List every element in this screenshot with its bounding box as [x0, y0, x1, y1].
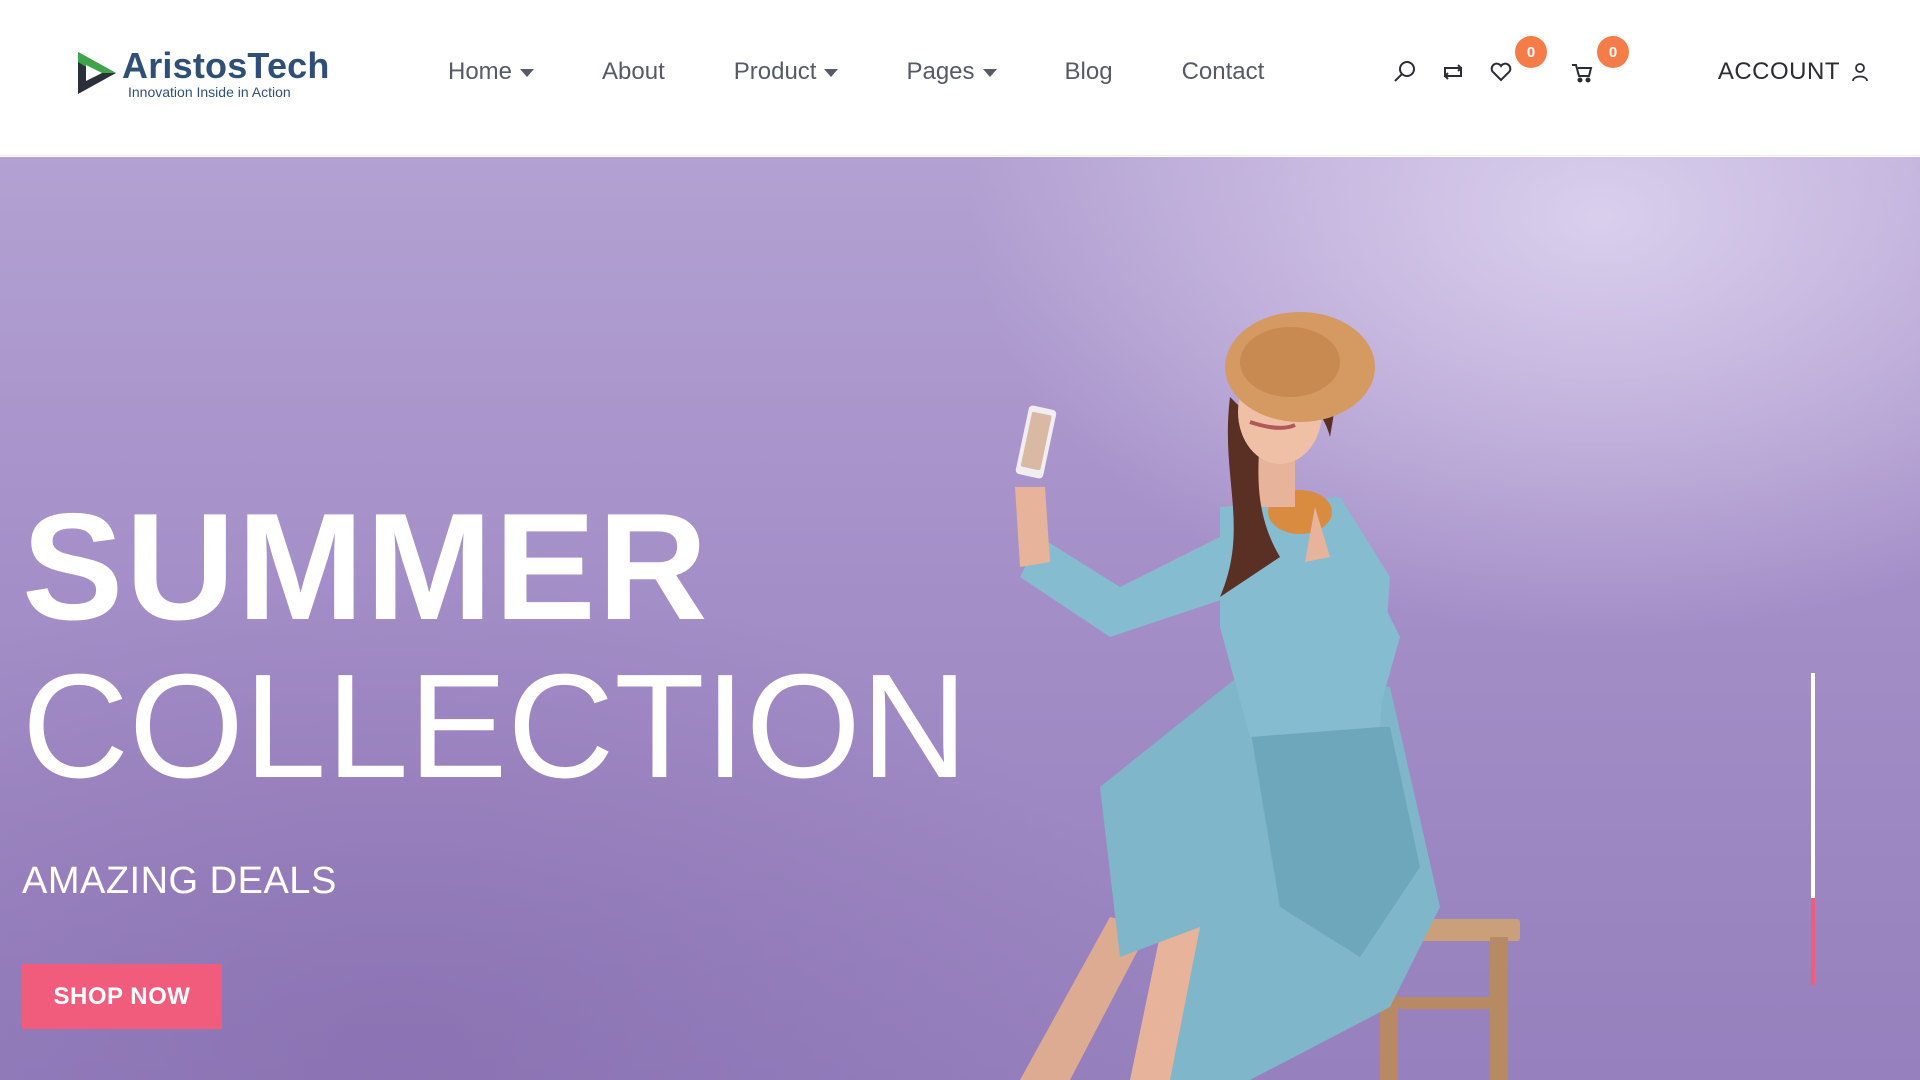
caret-down-icon [824, 69, 839, 77]
nav-item-label: Pages [906, 58, 975, 85]
search-button[interactable] [1388, 55, 1422, 89]
slider-progress-indicator[interactable] [1811, 673, 1815, 985]
nav-item-about[interactable]: About [602, 54, 665, 90]
wishlist-button[interactable] [1484, 55, 1518, 89]
main-nav: Home About Product Pages Blog Contact [448, 54, 1264, 90]
wishlist-count-badge: 0 [1515, 36, 1547, 68]
user-icon [1852, 63, 1868, 82]
nav-item-home[interactable]: Home [448, 54, 535, 90]
cart-count-badge: 0 [1597, 36, 1629, 68]
site-header: AristosTech Innovation Inside in Action … [0, 0, 1920, 156]
nav-item-label: Contact [1181, 58, 1265, 85]
hero-banner: SUMMER COLLECTION AMAZING DEALS SHOP NOW [0, 157, 1920, 1080]
brand-name: AristosTech [122, 45, 330, 86]
account-button[interactable]: ACCOUNT [1718, 54, 1870, 90]
nav-item-contact[interactable]: Contact [1182, 54, 1265, 90]
caret-down-icon [982, 69, 997, 77]
slider-progress-fill [1811, 897, 1815, 985]
caret-down-icon [520, 69, 535, 77]
nav-item-label: Product [733, 58, 817, 85]
hero-title-secondary: COLLECTION [22, 644, 968, 809]
cart-icon [1572, 64, 1593, 83]
model-photo-illustration [1015, 312, 1520, 1080]
nav-item-label: Home [448, 58, 513, 85]
hero-subtitle: AMAZING DEALS [22, 860, 337, 902]
account-label: ACCOUNT [1717, 58, 1840, 85]
hero-title: SUMMER [22, 482, 710, 652]
nav-item-pages[interactable]: Pages [906, 54, 997, 90]
compare-icon [1443, 64, 1463, 80]
brand-tagline: Innovation Inside in Action [128, 84, 291, 100]
nav-item-label: Blog [1064, 58, 1113, 85]
cart-button[interactable] [1565, 55, 1599, 89]
nav-item-label: About [602, 58, 665, 85]
shop-now-button[interactable]: SHOP NOW [22, 964, 222, 1029]
nav-item-product[interactable]: Product [734, 54, 839, 90]
brand-logo[interactable]: AristosTech Innovation Inside in Action [72, 46, 332, 102]
nav-item-blog[interactable]: Blog [1065, 54, 1113, 90]
search-icon [1394, 61, 1415, 82]
heart-icon [1490, 62, 1512, 82]
compare-button[interactable] [1436, 55, 1470, 89]
play-logo-icon [78, 52, 116, 94]
